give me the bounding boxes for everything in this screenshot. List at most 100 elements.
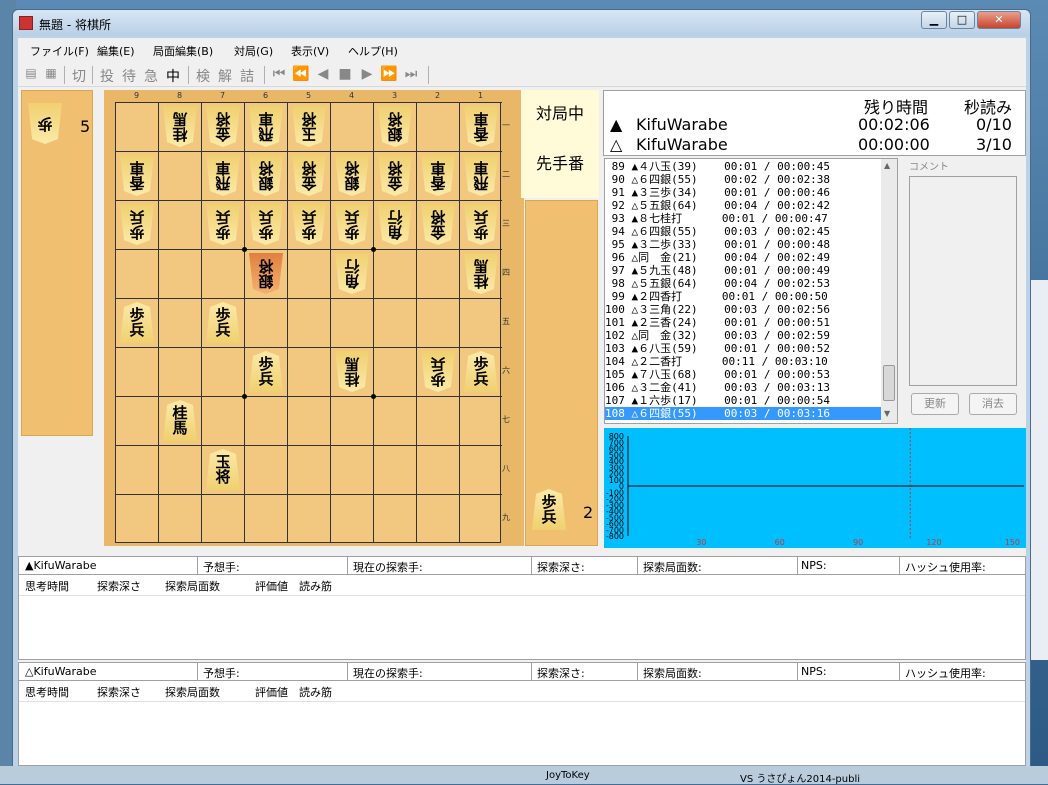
sente-hand[interactable]: 歩兵 2 xyxy=(525,200,598,546)
gote-piece[interactable]: 銀将 xyxy=(378,106,412,147)
gote-piece[interactable]: 銀将 xyxy=(249,155,283,196)
board-square[interactable] xyxy=(330,445,373,494)
taskbar-item[interactable]: VS うさぴょん2014-publi xyxy=(740,770,860,785)
comment-box[interactable] xyxy=(909,176,1017,386)
board-square[interactable] xyxy=(373,396,416,445)
minimize-button[interactable]: ▁ xyxy=(921,11,947,29)
board-square[interactable] xyxy=(244,298,287,347)
board-square[interactable] xyxy=(115,445,158,494)
gote-piece[interactable]: 香車 xyxy=(120,155,154,196)
move-row[interactable]: 94 △６四銀(55) 00:03 / 00:02:45 xyxy=(605,225,881,238)
board-square[interactable] xyxy=(373,347,416,396)
gote-piece[interactable]: 歩兵 xyxy=(249,204,283,245)
last-move-icon[interactable]: ⏭ xyxy=(402,66,420,82)
rewind-icon[interactable]: ⏪ xyxy=(292,66,310,82)
scroll-thumb[interactable] xyxy=(883,365,895,401)
gote-piece[interactable]: 歩兵 xyxy=(120,204,154,245)
engine-column-header[interactable]: 読み筋 xyxy=(299,578,332,594)
board-square[interactable] xyxy=(330,494,373,543)
board-square[interactable] xyxy=(158,494,201,543)
board-square[interactable] xyxy=(158,445,201,494)
taskbar-item[interactable]: JoyToKey xyxy=(546,770,590,781)
gote-piece[interactable]: 歩兵 xyxy=(335,204,369,245)
title-bar[interactable]: 無題 - 将棋所 ▁ □ ✕ xyxy=(13,10,1030,36)
board-square[interactable] xyxy=(416,298,459,347)
board-square[interactable] xyxy=(459,445,502,494)
menu-view[interactable]: 表示(V) xyxy=(291,43,329,59)
board-square[interactable] xyxy=(330,396,373,445)
move-list[interactable]: 108 △６四銀(55) 00:03 / 00:03:16 107 ▲１六歩(17… xyxy=(604,158,898,424)
solve-button[interactable]: 解 xyxy=(216,66,234,86)
scroll-up-icon[interactable]: ▲ xyxy=(884,161,890,170)
sente-piece[interactable]: 歩兵 xyxy=(464,351,498,392)
move-row[interactable]: 99 ▲２四香打 00:01 / 00:00:50 xyxy=(605,290,881,303)
gote-piece[interactable]: 香車 xyxy=(421,155,455,196)
move-row[interactable]: 107 ▲１六歩(17) 00:01 / 00:00:54 xyxy=(605,394,881,407)
gote-hand[interactable]: 歩 5 xyxy=(21,90,93,436)
board-square[interactable] xyxy=(158,200,201,249)
gote-piece[interactable]: 金将 xyxy=(206,106,240,147)
board-square[interactable] xyxy=(115,249,158,298)
board-square[interactable] xyxy=(373,298,416,347)
gote-piece[interactable]: 銀将 xyxy=(249,253,283,294)
gote-piece[interactable]: 桂馬 xyxy=(464,253,498,294)
move-row[interactable]: 93 ▲８七桂打 00:01 / 00:00:47 xyxy=(605,212,881,225)
board-square[interactable] xyxy=(115,396,158,445)
board-square[interactable] xyxy=(416,249,459,298)
gote-piece[interactable]: 飛車 xyxy=(206,155,240,196)
engine-column-header[interactable]: 探索深さ xyxy=(97,578,141,594)
sente-piece[interactable]: 歩兵 xyxy=(120,302,154,343)
board-square[interactable] xyxy=(201,347,244,396)
board-square[interactable] xyxy=(373,445,416,494)
move-row[interactable]: 108 △６四銀(55) 00:03 / 00:03:16 xyxy=(605,407,881,420)
resign-button[interactable]: 投 xyxy=(98,66,116,86)
move-row[interactable]: 90 △６四銀(55) 00:02 / 00:02:38 xyxy=(605,173,881,186)
fast-forward-icon[interactable]: ⏩ xyxy=(380,66,398,82)
board-square[interactable] xyxy=(115,494,158,543)
engine-column-header[interactable]: 評価値 xyxy=(255,684,288,700)
board-square[interactable] xyxy=(115,102,158,151)
menu-file[interactable]: ファイル(F) xyxy=(30,43,89,59)
move-row[interactable]: 102 △同 金(32) 00:03 / 00:02:59 xyxy=(605,329,881,342)
board-square[interactable] xyxy=(158,298,201,347)
open-icon[interactable]: ▦ xyxy=(42,66,60,80)
gote-piece[interactable]: 飛車 xyxy=(464,155,498,196)
menu-help[interactable]: ヘルプ(H) xyxy=(348,43,398,59)
board-square[interactable] xyxy=(115,347,158,396)
close-button[interactable]: ✕ xyxy=(977,11,1021,29)
move-row[interactable]: 91 ▲３三歩(34) 00:01 / 00:00:46 xyxy=(605,186,881,199)
engine-column-header[interactable]: 思考時間 xyxy=(25,684,69,700)
engine-column-header[interactable]: 探索深さ xyxy=(97,684,141,700)
gote-piece[interactable]: 玉将 xyxy=(292,106,326,147)
hurry-button[interactable]: 急 xyxy=(142,66,160,86)
engine-column-header[interactable]: 探索局面数 xyxy=(165,684,220,700)
board-grid[interactable]: 桂馬金将飛車玉将銀将香車香車飛車銀将金将銀将金将香車飛車歩兵歩兵歩兵歩兵歩兵角行… xyxy=(115,102,502,543)
gote-piece[interactable]: 歩兵 xyxy=(464,204,498,245)
next-icon[interactable]: ▶ xyxy=(358,66,376,82)
engine-column-header[interactable]: 探索局面数 xyxy=(165,578,220,594)
board-square[interactable] xyxy=(416,445,459,494)
board-square[interactable] xyxy=(287,445,330,494)
menu-game[interactable]: 対局(G) xyxy=(234,43,273,59)
move-row[interactable]: 101 ▲２三香(24) 00:01 / 00:00:51 xyxy=(605,316,881,329)
board-square[interactable] xyxy=(287,249,330,298)
maximize-button[interactable]: □ xyxy=(949,11,975,29)
board-square[interactable] xyxy=(416,102,459,151)
hand-piece[interactable]: 歩 xyxy=(28,103,62,144)
gote-piece[interactable]: 歩兵 xyxy=(292,204,326,245)
new-icon[interactable]: ▤ xyxy=(22,66,40,80)
board-square[interactable] xyxy=(158,249,201,298)
board-square[interactable] xyxy=(330,102,373,151)
scroll-down-icon[interactable]: ▼ xyxy=(884,409,890,418)
move-row[interactable]: 104 △２二香打 00:11 / 00:03:10 xyxy=(605,355,881,368)
move-row[interactable]: 103 ▲６八玉(59) 00:01 / 00:00:52 xyxy=(605,342,881,355)
board-square[interactable] xyxy=(201,396,244,445)
gote-piece[interactable]: 歩兵 xyxy=(421,351,455,392)
hand-piece[interactable]: 歩兵 xyxy=(532,489,566,530)
sente-piece[interactable]: 桂馬 xyxy=(163,400,197,441)
gote-piece[interactable]: 角行 xyxy=(378,204,412,245)
board-square[interactable] xyxy=(201,494,244,543)
board-square[interactable] xyxy=(459,396,502,445)
stop-icon[interactable]: ■ xyxy=(336,66,354,82)
move-row[interactable]: 106 △３二金(41) 00:03 / 00:03:13 xyxy=(605,381,881,394)
